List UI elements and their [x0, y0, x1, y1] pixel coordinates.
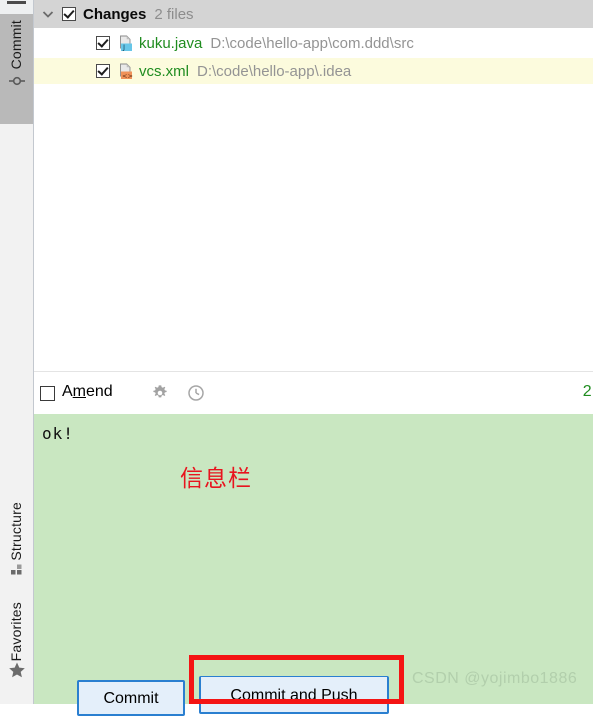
commit-message-value: ok! — [42, 424, 74, 443]
star-icon — [8, 661, 26, 679]
file-checkbox[interactable] — [96, 64, 110, 78]
commit-and-push-button-label: Commit and Push — [230, 686, 358, 704]
commit-button-label: Commit — [103, 690, 159, 707]
svg-text:<>: <> — [122, 71, 133, 79]
java-file-icon: J — [117, 35, 134, 52]
amend-toolbar: Amend 2 a — [34, 371, 593, 414]
commit-icon — [8, 73, 25, 89]
file-path: D:\code\hello-app\.idea — [197, 62, 352, 80]
amend-checkbox[interactable] — [40, 386, 55, 401]
file-checkbox[interactable] — [96, 36, 110, 50]
gear-icon[interactable] — [151, 384, 169, 402]
commit-button[interactable]: Commit — [77, 680, 185, 716]
tool-window-rail: Commit Structure Favorites — [0, 0, 34, 704]
rail-top-stub — [0, 0, 33, 14]
sidebar-item-favorites-label: Favorites — [8, 602, 24, 662]
sidebar-item-commit-label: Commit — [8, 20, 24, 70]
changes-group-header[interactable]: Changes 2 files — [34, 0, 593, 28]
commit-tool-window: Changes 2 files J kuku.java D:\code\hell… — [34, 0, 593, 716]
amend-label-before: A — [62, 383, 73, 400]
amend-label-mnemonic: m — [72, 383, 86, 400]
table-row[interactable]: <> vcs.xml D:\code\hello-app\.idea — [34, 58, 593, 84]
amend-label: Amend — [62, 383, 113, 401]
clock-history-icon[interactable] — [187, 384, 205, 402]
commit-and-push-button[interactable]: Commit and Push — [199, 676, 389, 714]
table-row[interactable]: J kuku.java D:\code\hello-app\com.ddd\sr… — [34, 30, 593, 56]
svg-text:J: J — [122, 43, 125, 51]
xml-file-icon: <> — [117, 63, 134, 80]
changes-group-label: Changes — [83, 5, 147, 23]
changes-list-empty-area[interactable] — [34, 84, 593, 371]
sidebar-item-favorites[interactable]: Favorites — [0, 600, 33, 704]
rail-divider-mark — [7, 1, 26, 4]
changes-group-checkbox[interactable] — [62, 7, 76, 21]
annotation-text: 信息栏 — [180, 466, 252, 492]
chevron-down-icon[interactable] — [40, 6, 56, 22]
commit-stats-label: 2 a — [582, 383, 593, 400]
file-name: vcs.xml — [139, 62, 189, 80]
watermark: CSDN @yojimbo1886 — [412, 670, 578, 687]
amend-label-after: end — [86, 383, 113, 400]
sidebar-item-structure[interactable]: Structure — [0, 500, 33, 595]
sidebar-item-commit[interactable]: Commit — [0, 14, 33, 124]
structure-icon — [9, 561, 25, 577]
file-name: kuku.java — [139, 34, 203, 52]
sidebar-item-structure-label: Structure — [8, 502, 24, 561]
commit-message-input[interactable]: ok! 信息栏 — [34, 414, 593, 704]
changes-file-count: 2 files — [154, 5, 194, 23]
file-path: D:\code\hello-app\com.ddd\src — [210, 34, 414, 52]
